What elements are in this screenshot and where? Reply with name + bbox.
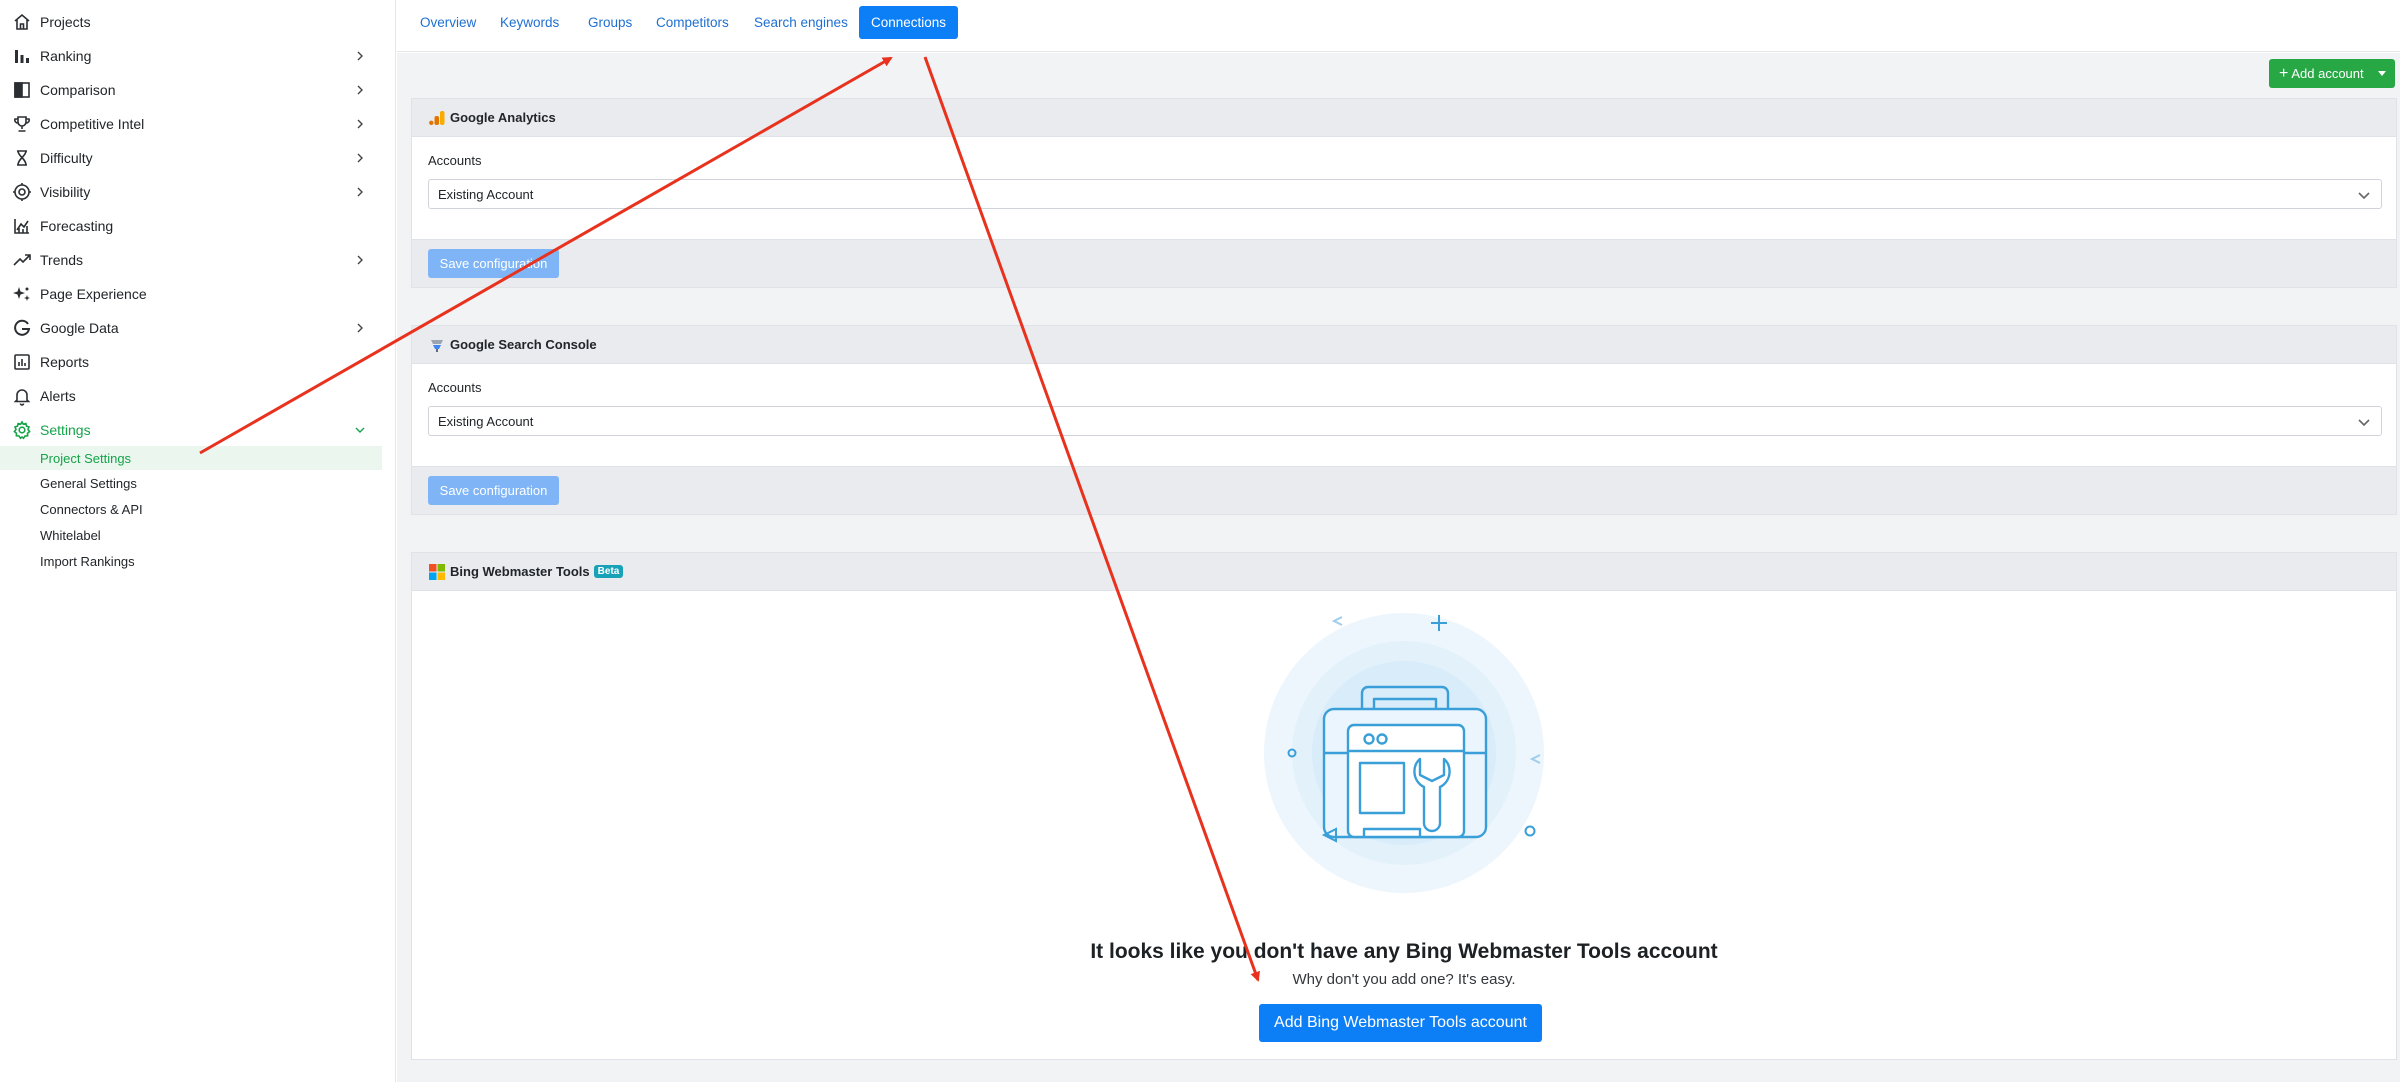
chevron-right-icon [357, 323, 363, 333]
chevron-right-icon [357, 187, 363, 197]
chevron-right-icon [357, 51, 363, 61]
google-search-console-card: Google Search Console Accounts Existing … [411, 325, 2397, 515]
sidebar-item-ranking[interactable]: Ranking [0, 39, 384, 73]
tab-overview[interactable]: Overview [408, 6, 488, 39]
sidebar-item-trends[interactable]: Trends [0, 243, 384, 277]
line-chart-icon [12, 216, 32, 236]
sidebar-item-settings[interactable]: Settings [0, 413, 384, 447]
card-header: Google Analytics [412, 99, 2396, 137]
card-title: Bing Webmaster Tools [450, 564, 590, 579]
microsoft-logo-icon [428, 563, 446, 581]
card-header: Google Search Console [412, 326, 2396, 364]
card-title: Google Analytics [450, 110, 556, 125]
sidebar-sub-general-settings[interactable]: General Settings [0, 471, 382, 495]
sidebar-item-reports[interactable]: Reports [0, 345, 384, 379]
tab-competitors[interactable]: Competitors [644, 6, 741, 39]
chevron-right-icon [357, 119, 363, 129]
tab-groups[interactable]: Groups [576, 6, 644, 39]
card-title: Google Search Console [450, 337, 597, 352]
plus-icon: + [2279, 64, 2289, 82]
sidebar-sub-whitelabel[interactable]: Whitelabel [0, 523, 382, 547]
bing-webmaster-tools-card: Bing Webmaster Tools Beta It looks like … [411, 552, 2397, 1060]
sidebar-sub-connectors-api[interactable]: Connectors & API [0, 497, 382, 521]
gsc-save-configuration-button[interactable]: Save configuration [428, 476, 559, 505]
sidebar-item-page-experience[interactable]: Page Experience [0, 277, 384, 311]
eye-gear-icon [12, 182, 32, 202]
empty-state-title: It looks like you don't have any Bing We… [1090, 940, 1718, 963]
empty-state-subtitle: Why don't you add one? It's easy. [1292, 971, 1516, 988]
sparkle-icon [12, 284, 32, 304]
tab-connections[interactable]: Connections [859, 6, 959, 39]
sidebar-sub-project-settings[interactable]: Project Settings [0, 446, 382, 470]
trend-up-icon [12, 250, 32, 270]
accounts-label: Accounts [428, 380, 482, 395]
chevron-right-icon [357, 153, 363, 163]
bell-icon [12, 386, 32, 406]
google-analytics-logo-icon [428, 109, 446, 127]
caret-down-icon [2378, 71, 2386, 76]
google-search-console-logo-icon [428, 336, 446, 354]
sidebar-item-comparison[interactable]: Comparison [0, 73, 384, 107]
sidebar-item-difficulty[interactable]: Difficulty [0, 141, 384, 175]
top-tab-bar: Overview Keywords Groups Competitors Sea… [397, 0, 2400, 52]
sidebar-sub-import-rankings[interactable]: Import Rankings [0, 549, 382, 573]
chevron-down-icon [2358, 192, 2370, 200]
tab-keywords[interactable]: Keywords [488, 6, 571, 39]
comparison-icon [12, 80, 32, 100]
ga-save-configuration-button[interactable]: Save configuration [428, 249, 559, 278]
card-footer: Save configuration [412, 239, 2396, 287]
trophy-icon [12, 114, 32, 134]
chevron-down-icon [355, 427, 365, 433]
add-bing-webmaster-tools-account-button[interactable]: Add Bing Webmaster Tools account [1259, 1004, 1542, 1042]
hourglass-icon [12, 148, 32, 168]
google-icon [12, 318, 32, 338]
ga-account-select[interactable]: Existing Account [428, 179, 2382, 209]
bar-chart-icon [12, 46, 32, 66]
google-analytics-card: Google Analytics Accounts Existing Accou… [411, 98, 2397, 288]
sidebar-item-projects[interactable]: Projects [0, 5, 384, 39]
gear-icon [12, 420, 32, 440]
sidebar-item-competitive-intel[interactable]: Competitive Intel [0, 107, 384, 141]
toolbox-illustration [1264, 613, 1544, 893]
gsc-account-select[interactable]: Existing Account [428, 406, 2382, 436]
sidebar-item-visibility[interactable]: Visibility [0, 175, 384, 209]
chevron-right-icon [357, 255, 363, 265]
accounts-label: Accounts [428, 153, 482, 168]
add-account-button[interactable]: + Add account [2269, 59, 2395, 88]
sidebar-item-alerts[interactable]: Alerts [0, 379, 384, 413]
tab-search-engines[interactable]: Search engines [742, 6, 860, 39]
main-content: + Add account Google Analytics Accounts … [397, 53, 2400, 1082]
chevron-right-icon [357, 85, 363, 95]
beta-badge: Beta [593, 565, 624, 578]
report-icon [12, 352, 32, 372]
sidebar: Projects Ranking Comparison Competitive … [0, 0, 396, 1082]
sidebar-item-google-data[interactable]: Google Data [0, 311, 384, 345]
chevron-down-icon [2358, 419, 2370, 427]
card-header: Bing Webmaster Tools Beta [412, 553, 2396, 591]
card-footer: Save configuration [412, 466, 2396, 514]
sidebar-item-forecasting[interactable]: Forecasting [0, 209, 384, 243]
home-icon [12, 12, 32, 32]
